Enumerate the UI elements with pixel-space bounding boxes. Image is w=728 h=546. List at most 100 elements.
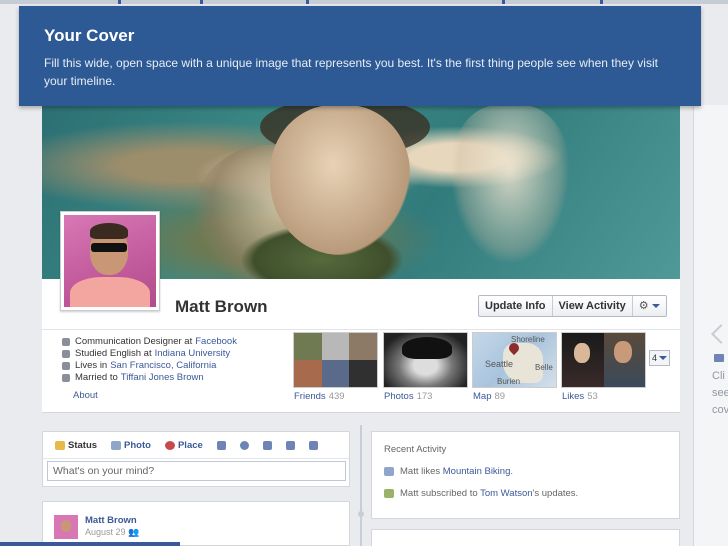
post-date: August 29 👥 <box>85 527 139 538</box>
chevron-down-icon <box>651 304 660 308</box>
about-location: Lives in San Francisco, California <box>62 360 282 372</box>
more-sections-button[interactable]: 4 <box>649 350 670 366</box>
about-education: Studied English at Indiana University <box>62 348 282 360</box>
friends-audience-icon: 👥 <box>128 527 140 537</box>
hint-line-2: see <box>712 387 728 399</box>
recent-text: Matt likes <box>400 466 441 477</box>
tab-photo-label: Photo <box>124 439 151 451</box>
timeline-spine <box>358 425 364 546</box>
likes-count: 53 <box>587 391 598 402</box>
post-date-text: August 29 <box>85 527 126 537</box>
heart-icon <box>62 374 70 382</box>
sidebar-hint-text: Cli see cov <box>712 368 728 419</box>
subscribe-icon <box>384 489 394 498</box>
window-icon <box>714 354 724 362</box>
tom-watson-link[interactable]: Tom Watson <box>480 488 532 499</box>
map-place-shoreline: Shoreline <box>511 335 545 344</box>
map-place-seattle: Seattle <box>485 359 514 369</box>
view-activity-button[interactable]: View Activity <box>553 296 633 316</box>
likes-label-text: Likes <box>562 391 585 402</box>
settings-menu-button[interactable]: ⚙ <box>633 296 666 316</box>
about-link[interactable]: About <box>73 390 98 401</box>
heart-icon[interactable] <box>239 440 249 450</box>
recent-text-suffix: 's updates. <box>532 488 579 499</box>
composer-tabs: Status Photo Place <box>43 432 349 459</box>
about-education-link[interactable]: Indiana University <box>155 348 231 360</box>
status-input[interactable]: What's on your mind? <box>47 461 346 481</box>
recent-text: Matt subscribed to <box>400 488 478 499</box>
profile-actions: Update Info View Activity ⚙ <box>478 295 667 317</box>
hint-line-1: Cli <box>712 370 725 382</box>
tooltip-text: Fill this wide, open space with a unique… <box>44 56 658 88</box>
map-place-burien: Burien <box>497 377 521 386</box>
hint-line-3: cov <box>712 404 728 416</box>
map-place-belle: Belle <box>535 363 553 372</box>
map-label[interactable]: Map 89 <box>473 391 505 402</box>
friends-label[interactable]: Friends 439 <box>294 391 345 402</box>
mountain-biking-link[interactable]: Mountain Biking <box>443 466 511 477</box>
about-relationship-link[interactable]: Tiffani Jones Brown <box>121 372 204 384</box>
about-work-link[interactable]: Facebook <box>195 336 237 348</box>
about-list: Communication Designer at Facebook Studie… <box>62 336 282 384</box>
update-info-button[interactable]: Update Info <box>479 296 553 316</box>
about-text: Married to <box>75 372 118 383</box>
gear-icon: ⚙ <box>638 300 649 312</box>
likes-label[interactable]: Likes 53 <box>562 391 598 402</box>
recent-activity-item: Matt subscribed to Tom Watson's updates. <box>384 488 578 499</box>
photo-icon <box>111 440 122 450</box>
house-icon <box>62 362 70 370</box>
status-composer: Status Photo Place What's on your mind? <box>42 431 350 487</box>
flag-icon[interactable] <box>308 440 318 450</box>
recent-activity-box: Recent Activity Matt likes Mountain Biki… <box>371 431 680 519</box>
photos-label[interactable]: Photos 173 <box>384 391 432 402</box>
tag-icon[interactable] <box>262 440 272 450</box>
timeline-post: Matt Brown August 29 👥 <box>42 501 350 546</box>
place-pin-icon <box>164 440 175 450</box>
friends-count: 439 <box>328 391 345 402</box>
tab-place[interactable]: Place <box>164 439 203 451</box>
view-activity-label: View Activity <box>558 300 626 312</box>
tab-status[interactable]: Status <box>55 440 97 451</box>
profile-picture[interactable] <box>60 211 160 311</box>
about-text: Communication Designer at <box>75 336 193 347</box>
friends-tile[interactable] <box>293 332 378 388</box>
graduation-cap-icon <box>62 350 70 358</box>
chevron-left-icon[interactable] <box>711 324 728 344</box>
profile-name-bar: Matt Brown Update Info View Activity ⚙ <box>42 211 680 330</box>
recent-activity-item: Matt likes Mountain Biking. <box>384 466 513 477</box>
hand-icon[interactable] <box>285 440 295 450</box>
next-timeline-box <box>371 529 680 546</box>
post-avatar[interactable] <box>54 515 78 539</box>
photos-label-text: Photos <box>384 391 414 402</box>
post-author[interactable]: Matt Brown <box>85 515 137 526</box>
about-location-link[interactable]: San Francisco, California <box>110 360 216 372</box>
life-event-icon[interactable] <box>216 440 226 450</box>
more-sections-count: 4 <box>651 353 657 363</box>
recent-text-suffix: . <box>510 466 514 477</box>
browser-top-strip <box>0 0 728 4</box>
likes-tile[interactable] <box>561 332 646 388</box>
photos-count: 173 <box>416 391 433 402</box>
map-count: 89 <box>494 391 506 402</box>
tab-place-label: Place <box>177 439 203 451</box>
status-icon <box>55 440 65 450</box>
friends-label-text: Friends <box>294 391 326 402</box>
tab-status-label: Status <box>68 439 98 451</box>
about-text: Studied English at <box>75 348 152 359</box>
timeline: Matt Brown Update Info View Activity ⚙ C… <box>42 105 680 546</box>
map-tile[interactable]: Shoreline Seattle Belle Burien <box>472 332 557 388</box>
cover-tooltip: Your Cover Fill this wide, open space wi… <box>19 6 701 106</box>
about-relationship: Married to Tiffani Jones Brown <box>62 372 282 384</box>
like-icon <box>384 467 394 476</box>
tab-photo[interactable]: Photo <box>111 440 151 451</box>
about-text: Lives in <box>75 360 108 371</box>
briefcase-icon <box>62 338 70 346</box>
bottom-bar <box>0 542 180 546</box>
recent-activity-title: Recent Activity <box>384 444 447 455</box>
map-label-text: Map <box>473 391 492 402</box>
photos-tile[interactable] <box>383 332 468 388</box>
chevron-down-icon <box>659 356 667 360</box>
right-sidebar-edge: Cli see cov <box>693 105 728 546</box>
profile-name[interactable]: Matt Brown <box>175 297 268 317</box>
tooltip-title: Your Cover <box>44 26 135 45</box>
